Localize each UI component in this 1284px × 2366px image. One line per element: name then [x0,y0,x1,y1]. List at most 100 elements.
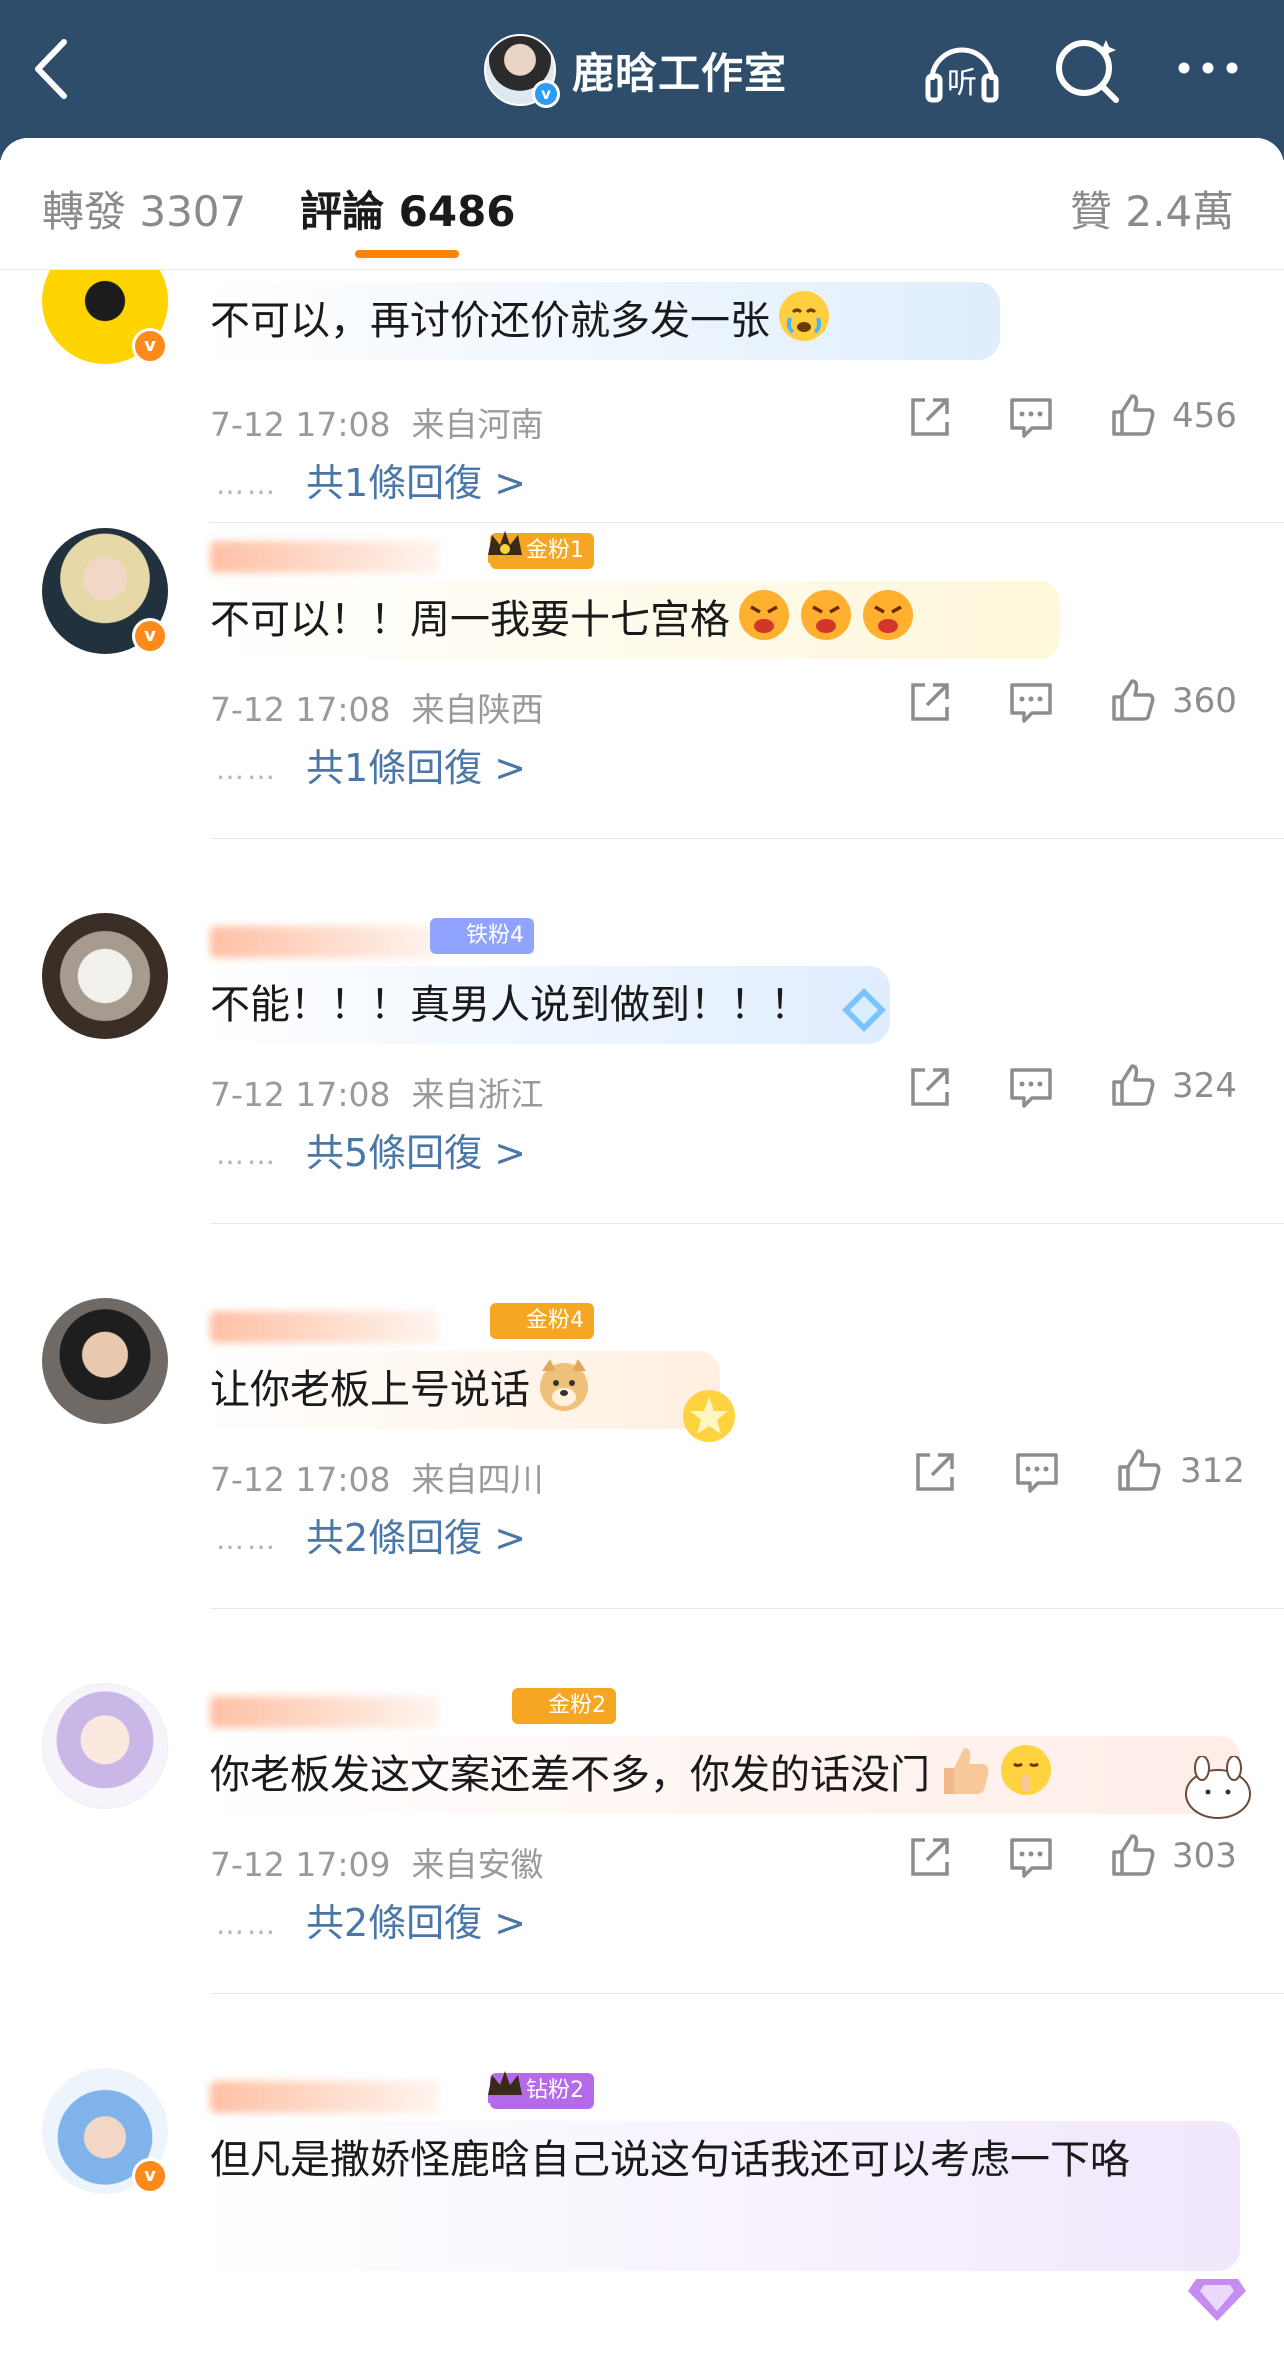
username-blurred[interactable] [210,541,440,573]
comment-divider [210,1993,1284,1994]
page-title: 鹿晗工作室 [572,48,788,98]
share-icon[interactable] [905,392,955,442]
anime-girl-avatar[interactable] [42,1683,168,1809]
comment-list[interactable]: v 不可以，再讨价还价就多发一张 7-12 17:08 来自河南 456 …… … [0,270,1284,2366]
share-icon[interactable] [905,677,955,727]
comment-location: 来自四川 [411,1460,544,1499]
username-blurred[interactable] [210,2081,440,2113]
comment-item: 金粉2 你老板发这文案还差不多，你发的话没门 7-12 17:09 来自安徽 3… [0,1678,1284,2063]
reply-prefix: …… [216,753,278,786]
star-badge-icon [683,1390,735,1442]
tab-repost[interactable]: 轉發 3307 [42,178,246,239]
comment-time: 7-12 17:08 [210,1460,391,1499]
comment-meta: 7-12 17:09 来自安徽 [210,1838,543,1886]
comment-item: 金粉4 让你老板上号说话 7-12 17:08 来自四川 312 …… 共2條回… [0,1293,1284,1678]
comment-sheet: 轉發 3307 評論 6486 贊 2.4萬 v 不可以，再讨价还价就多发一张 … [0,138,1284,2366]
username-blurred[interactable] [210,926,440,958]
like-thumb-icon[interactable] [1108,390,1158,440]
glasses-person-avatar[interactable] [42,1298,168,1424]
thumbs-up-emoji-icon [944,1748,989,1794]
comment-reply-icon[interactable] [1006,1062,1056,1112]
comment-item: v 钻粉2 但凡是撒娇怪鹿晗自己说这句话我还可以考虑一下咯 [0,2063,1284,2366]
comment-text: 让你老板上号说话 [210,1357,592,1423]
username-blurred[interactable] [210,1696,440,1728]
angry-cry-emoji-icon [801,590,851,640]
comment-meta: 7-12 17:08 来自陕西 [210,683,543,731]
comment-location: 来自陕西 [411,690,544,729]
account-title[interactable]: v 鹿晗工作室 [484,32,787,108]
comment-time: 7-12 17:08 [210,690,391,729]
like-thumb-icon[interactable] [1114,1445,1164,1495]
listen-label: 听 [947,66,977,101]
comment-divider [210,838,1284,839]
tab-likes[interactable]: 贊 2.4萬 [1070,178,1234,239]
share-icon[interactable] [910,1447,960,1497]
comment-reply-icon[interactable] [1006,392,1056,442]
share-icon[interactable] [905,1062,955,1112]
view-replies-link[interactable]: 共1條回復 > [306,737,526,792]
view-replies-link[interactable]: 共2條回復 > [306,1892,526,1947]
comment-reply-icon[interactable] [1006,1832,1056,1882]
like-count: 456 [1172,396,1237,436]
like-count: 312 [1180,1451,1245,1491]
account-avatar[interactable]: v [484,34,560,108]
fan-badge[interactable]: 金粉2 [512,1688,616,1724]
comment-text: 不能！！！真男人说到做到！！！ [210,982,810,1028]
reply-prefix: …… [216,1908,278,1941]
comment-text: 你老板发这文案还差不多，你发的话没门 [210,1742,1054,1808]
blonde-person-avatar[interactable]: v [42,528,168,654]
bunny-sticker-icon [1185,1756,1251,1819]
fan-badge[interactable]: 金粉1 [488,531,594,569]
like-count: 324 [1172,1066,1237,1106]
comment-time: 7-12 17:08 [210,405,391,444]
like-thumb-icon[interactable] [1108,1830,1158,1880]
comment-meta: 7-12 17:08 来自浙江 [210,1068,543,1116]
reply-prefix: …… [216,1138,278,1171]
angry-cry-emoji-icon [739,590,789,640]
fan-badge[interactable]: 铁粉4 [430,918,534,954]
crown-icon [488,2071,522,2103]
like-thumb-icon[interactable] [1108,675,1158,725]
verified-icon: v [132,2158,168,2194]
username-blurred[interactable] [210,1311,440,1343]
reply-prefix: …… [216,1523,278,1556]
comment-divider [210,1608,1284,1609]
verified-icon: v [132,328,168,364]
comment-meta: 7-12 17:08 来自四川 [210,1453,543,1501]
doge-emoji-icon [540,1359,588,1411]
comment-reply-icon[interactable] [1006,677,1056,727]
diamond-sparkle-icon [842,988,886,1032]
back-arrow-icon[interactable] [28,34,78,104]
listen-headphones-icon[interactable]: 听 [922,30,1002,110]
comment-item: v 金粉1 不可以！！周一我要十七宫格 7-12 17:08 来自陕西 360 … [0,523,1284,908]
like-count: 303 [1172,1836,1237,1876]
yellow-logo-avatar[interactable]: v [42,270,168,364]
share-icon[interactable] [905,1832,955,1882]
verified-icon: v [132,618,168,654]
angry-cry-emoji-icon [863,590,913,640]
active-tab-indicator [355,250,459,258]
blue-hat-avatar[interactable]: v [42,2068,168,2194]
fan-badge[interactable]: 钻粉2 [488,2071,594,2109]
comment-meta: 7-12 17:08 来自河南 [210,398,543,446]
verified-icon: v [532,80,560,108]
like-thumb-icon[interactable] [1108,1060,1158,1110]
comment-location: 来自安徽 [411,1845,544,1884]
comment-location: 来自河南 [411,405,544,444]
comment-item: v 不可以，再讨价还价就多发一张 7-12 17:08 来自河南 456 …… … [0,270,1284,523]
fan-badge[interactable]: 金粉4 [490,1303,594,1339]
comment-text: 不可以！！周一我要十七宫格 [210,587,916,653]
view-replies-link[interactable]: 共5條回復 > [306,1122,526,1177]
more-options-icon[interactable] [1168,30,1248,110]
tab-bar: 轉發 3307 評論 6486 贊 2.4萬 [0,138,1284,270]
shush-emoji-icon [1001,1745,1051,1795]
view-replies-link[interactable]: 共2條回復 > [306,1507,526,1562]
crying-emoji-icon [779,291,829,341]
rabbit-photo-avatar[interactable] [42,913,168,1039]
comment-item: 铁粉4 不能！！！真男人说到做到！！！ 7-12 17:08 来自浙江 324 … [0,908,1284,1293]
tab-comments[interactable]: 評論 6486 [300,178,516,239]
comment-reply-icon[interactable] [1012,1447,1062,1497]
search-icon[interactable] [1048,30,1128,110]
view-replies-link[interactable]: 共1條回復 > [306,452,526,507]
comment-text: 但凡是撒娇怪鹿晗自己说这句话我还可以考虑一下咯 [210,2137,1130,2183]
